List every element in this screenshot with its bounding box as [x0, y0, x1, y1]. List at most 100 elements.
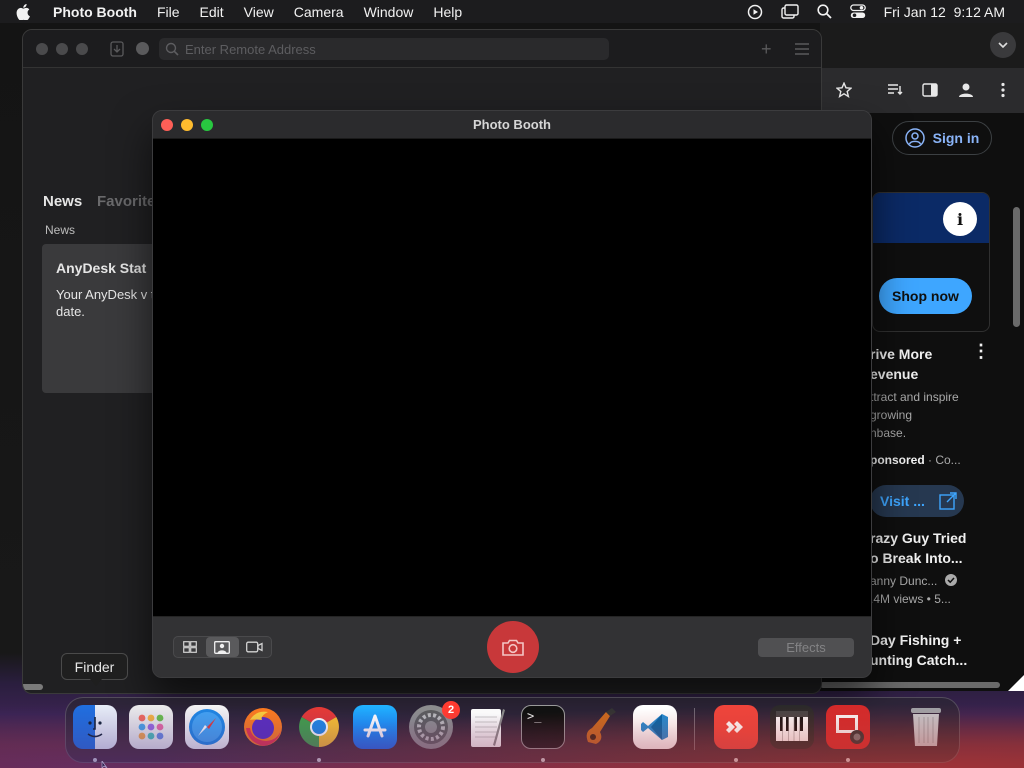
desktop: Photo Booth File Edit View Camera Window… — [0, 0, 1024, 768]
menu-edit[interactable]: Edit — [200, 4, 224, 20]
sponsored-label: ponsored · Co... — [870, 451, 961, 469]
anydesk-icon[interactable] — [714, 705, 758, 749]
anydesk-scrollbar[interactable] — [23, 684, 43, 690]
dock-separator — [694, 708, 695, 750]
firefox-icon[interactable] — [241, 705, 285, 749]
menu-help[interactable]: Help — [433, 4, 462, 20]
tab-news[interactable]: News — [43, 193, 82, 210]
ad-banner: i — [873, 193, 989, 243]
video-title-line-1[interactable]: razy Guy Tried — [870, 528, 966, 548]
photo-booth-controls: Effects — [153, 616, 871, 677]
more-options-icon[interactable]: ⋮ — [972, 342, 990, 360]
sponsored-suffix: · Co... — [928, 453, 961, 467]
zoom-button-inactive[interactable] — [76, 43, 88, 55]
video-channel-name: anny Dunc... — [870, 574, 938, 588]
effects-button[interactable]: Effects — [758, 638, 854, 657]
camera-preview — [153, 139, 871, 617]
google-chrome-icon[interactable] — [297, 705, 341, 749]
trash-icon[interactable] — [904, 705, 948, 749]
menu-file[interactable]: File — [157, 4, 180, 20]
close-button[interactable] — [161, 119, 173, 131]
menu-camera[interactable]: Camera — [294, 4, 344, 20]
app-store-icon[interactable] — [353, 705, 397, 749]
shop-now-button[interactable]: Shop now — [879, 278, 972, 314]
terminal-icon[interactable]: >_ — [521, 705, 565, 749]
piano-icon[interactable] — [770, 705, 814, 749]
account-circle-icon — [904, 128, 925, 148]
terminal-running-dot — [541, 758, 545, 762]
visual-studio-code-icon[interactable] — [633, 705, 677, 749]
status-dot-icon — [136, 42, 149, 55]
sign-in-button[interactable]: Sign in — [892, 121, 992, 155]
info-icon[interactable]: i — [943, 202, 977, 236]
menu-bar: Photo Booth File Edit View Camera Window… — [0, 0, 1024, 23]
ad-title-line-2[interactable]: evenue — [870, 364, 918, 384]
anydesk-toolbar: Enter Remote Address + — [23, 30, 821, 68]
grid-view-icon[interactable] — [174, 637, 206, 657]
anydesk-running-dot — [734, 758, 738, 762]
window-title: Photo Booth — [473, 117, 551, 132]
download-icon[interactable] — [110, 41, 124, 62]
remote-address-placeholder: Enter Remote Address — [185, 41, 316, 57]
take-photo-button[interactable] — [487, 621, 539, 673]
photo-booth-running-dot — [846, 758, 850, 762]
remote-address-input[interactable]: Enter Remote Address — [159, 38, 609, 60]
apple-menu-icon[interactable] — [16, 3, 36, 20]
view-mode-segmented-control[interactable] — [173, 636, 272, 658]
notification-badge: 2 — [442, 701, 460, 719]
close-button-inactive[interactable] — [36, 43, 48, 55]
tab-favorites[interactable]: Favorite — [97, 193, 155, 210]
finder-icon[interactable] — [73, 705, 117, 749]
hamburger-menu-icon[interactable] — [795, 42, 809, 60]
side-panel-icon[interactable] — [921, 81, 939, 99]
add-icon[interactable]: + — [761, 39, 772, 60]
photo-booth-icon[interactable] — [826, 705, 870, 749]
horizontal-scrollbar[interactable] — [820, 682, 1000, 688]
video2-title-line-1[interactable]: Day Fishing + — [870, 630, 961, 650]
chrome-toolbar — [820, 68, 1024, 113]
photo-booth-window: Photo Booth Effects — [152, 110, 872, 678]
textedit-icon[interactable] — [465, 705, 509, 749]
ad-desc-line-1: ttract and inspire — [870, 390, 959, 404]
screen-record-icon[interactable] — [747, 4, 763, 20]
chrome-menu-icon[interactable] — [994, 81, 1012, 99]
chrome-running-dot — [317, 758, 321, 762]
spotlight-search-icon[interactable] — [816, 4, 832, 19]
video-title-line-2[interactable]: o Break Into... — [870, 548, 963, 568]
video-icon[interactable] — [239, 637, 271, 657]
mouse-cursor-icon — [101, 761, 108, 768]
menu-view[interactable]: View — [244, 4, 274, 20]
video2-title-line-2[interactable]: unting Catch... — [870, 650, 967, 670]
garageband-icon[interactable] — [577, 705, 621, 749]
profile-icon[interactable] — [957, 81, 975, 99]
menu-window[interactable]: Window — [364, 4, 414, 20]
verified-badge-icon — [944, 574, 957, 586]
control-center-icon[interactable] — [849, 4, 866, 19]
dock-tooltip: Finder — [61, 653, 128, 686]
app-menu-photo-booth[interactable]: Photo Booth — [53, 4, 137, 20]
single-photo-icon[interactable] — [206, 637, 239, 657]
menu-clock[interactable]: Fri Jan 12 9:12 AM — [884, 4, 1005, 20]
camera-icon — [502, 639, 524, 656]
launchpad-icon[interactable] — [129, 705, 173, 749]
zoom-button[interactable] — [201, 119, 213, 131]
video-channel[interactable]: anny Dunc... — [870, 572, 957, 590]
news-section-label: News — [45, 223, 76, 237]
search-icon — [165, 42, 179, 59]
ad-card[interactable]: i Shop now — [872, 192, 990, 332]
ad-title-line-1[interactable]: rive More — [870, 344, 932, 364]
bookmark-star-icon[interactable] — [835, 81, 853, 99]
system-settings-icon[interactable] — [409, 705, 453, 749]
external-link-icon — [939, 492, 957, 510]
ad-desc-line-2: growing — [870, 408, 913, 422]
visit-button[interactable]: Visit ... — [870, 485, 964, 517]
vertical-scrollbar[interactable] — [1013, 207, 1020, 327]
media-queue-icon[interactable] — [886, 81, 904, 99]
minimize-button[interactable] — [181, 119, 193, 131]
dock: 2 >_ — [65, 697, 960, 763]
safari-icon[interactable] — [185, 705, 229, 749]
display-icon[interactable] — [780, 3, 799, 20]
photo-booth-titlebar[interactable]: Photo Booth — [153, 111, 871, 139]
tab-search-chevron-icon[interactable] — [990, 32, 1016, 58]
minimize-button-inactive[interactable] — [56, 43, 68, 55]
